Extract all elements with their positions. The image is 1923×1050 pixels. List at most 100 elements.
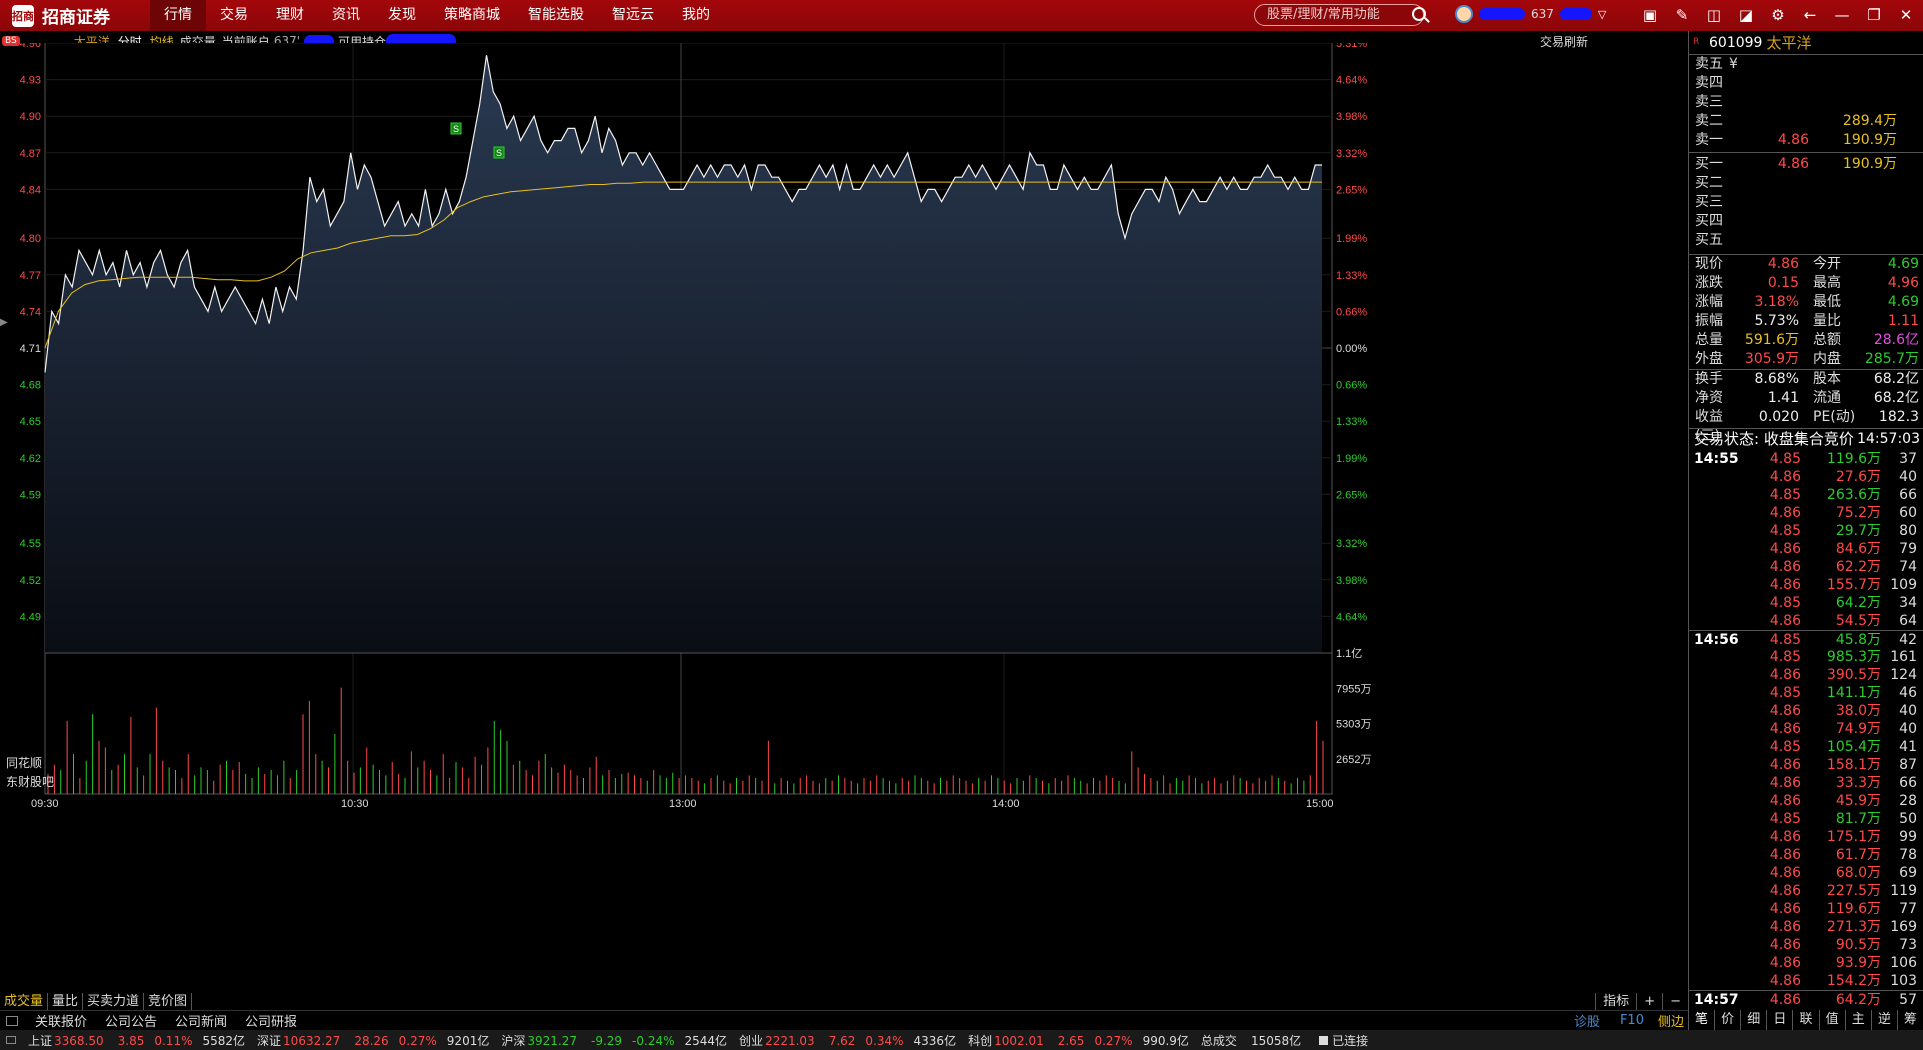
intraday-chart[interactable]: 4.96 5.31% 4.93 4.64% 4.90 3.98% 4.87 3.32% 4.84… — [0, 43, 1688, 993]
indicator-tab[interactable]: 量比 — [48, 993, 84, 1010]
nav-item[interactable]: 我的 — [668, 0, 724, 31]
tick-list[interactable]: 14:55 4.85 119.6万 37 4.86 27.6万 40 4.85 263.6万 66… — [1689, 450, 1923, 1008]
nav-item[interactable]: 策略商城 — [430, 0, 514, 31]
indicator-control-button[interactable]: 指标 — [1595, 993, 1636, 1010]
indicator-tab[interactable]: 买卖力道 — [83, 993, 145, 1010]
sell-marker-icon[interactable]: S — [450, 122, 462, 135]
tick-time — [1689, 972, 1749, 990]
y-tick-label: 4.77 — [20, 270, 41, 282]
tick-price: 4.86 — [1769, 829, 1801, 845]
quote-stat-row: 换手 8.68% 股本 68.2亿 — [1689, 370, 1923, 389]
right-tab[interactable]: 主 — [1844, 1010, 1871, 1030]
ask-row[interactable]: 卖四 — [1689, 74, 1923, 93]
user-account[interactable]: 637 ▽ — [1455, 5, 1606, 23]
nav-item[interactable]: 理财 — [262, 0, 318, 31]
tick-row: 4.86 61.7万 78 — [1689, 846, 1923, 864]
right-tab[interactable]: 值 — [1818, 1010, 1845, 1030]
quote-stat-row: 涨幅 3.18% 最低 4.69 — [1689, 293, 1923, 312]
f10-link[interactable]: F10 — [1610, 1013, 1654, 1028]
index-quote[interactable]: 沪深 3921.27 -9.29 -0.24% 2544亿 — [495, 1032, 733, 1049]
tick-price: 4.86 — [1769, 865, 1801, 881]
quote-stat-row: 外盘 305.9万 内盘 285.7万 — [1689, 350, 1923, 369]
index-amount: 990.9亿 — [1142, 1033, 1189, 1048]
nav-item[interactable]: 行情 — [150, 0, 206, 31]
side-link[interactable]: 东财股吧 — [6, 775, 54, 789]
calendar-icon[interactable]: ▣ — [1639, 4, 1661, 26]
tick-volume: 175.1万 — [1826, 829, 1881, 845]
tick-price: 4.86 — [1769, 937, 1801, 953]
ask-row[interactable]: 卖一 4.86 190.9万 — [1689, 131, 1923, 150]
edit-icon[interactable]: ✎ — [1671, 4, 1693, 26]
tick-count: 40 — [1899, 703, 1917, 719]
ask-row[interactable]: 卖二 289.4万 — [1689, 112, 1923, 131]
nav-item[interactable]: 智能选股 — [514, 0, 598, 31]
bid-row[interactable]: 买一 4.86 190.9万 — [1689, 155, 1923, 174]
bid-row[interactable]: 买三 — [1689, 193, 1923, 212]
restore-icon[interactable]: ❐ — [1863, 4, 1885, 26]
footer-tab[interactable]: 公司新闻 — [166, 1011, 236, 1030]
index-quote[interactable]: 上证 3368.50 3.85 0.11% 5582亿 — [22, 1032, 251, 1049]
index-quote[interactable]: 深证 10632.27 28.26 0.27% 9201亿 — [251, 1032, 495, 1049]
close-icon[interactable]: ✕ — [1895, 4, 1917, 26]
ask-row[interactable]: 卖五 ¥ — [1689, 55, 1923, 74]
stat-label: 内盘 — [1813, 351, 1841, 367]
right-tab[interactable]: 笔 — [1688, 1010, 1714, 1030]
nav-item[interactable]: 资讯 — [318, 0, 374, 31]
tick-count: 103 — [1890, 973, 1917, 989]
avatar[interactable] — [1455, 5, 1473, 23]
footer-tab[interactable]: 公司研报 — [236, 1011, 306, 1030]
tick-row: 4.86 38.0万 40 — [1689, 702, 1923, 720]
tick-time — [1689, 864, 1749, 882]
sell-marker-icon[interactable]: S — [493, 146, 505, 159]
tick-volume: 105.4万 — [1826, 739, 1881, 755]
panel-toggle-icon[interactable] — [6, 1015, 18, 1026]
tick-price: 4.86 — [1769, 577, 1801, 593]
right-tab[interactable]: 日 — [1766, 1010, 1792, 1030]
minimize-icon[interactable]: — — [1831, 4, 1853, 26]
ask-row[interactable]: 卖三 — [1689, 93, 1923, 112]
chart-icon[interactable]: ◪ — [1735, 4, 1757, 26]
right-tab[interactable]: 细 — [1740, 1010, 1766, 1030]
index-value: 3368.50 — [54, 1033, 104, 1048]
box-icon[interactable]: ◫ — [1703, 4, 1725, 26]
sidebar-toggle[interactable]: 侧边 — [1654, 1011, 1688, 1030]
tick-price: 4.86 — [1769, 847, 1801, 863]
gear-icon[interactable]: ⚙ — [1767, 4, 1789, 26]
index-change: 28.26 — [354, 1033, 389, 1048]
bid-row[interactable]: 买五 — [1689, 231, 1923, 250]
index-quote[interactable]: 创业 2221.03 7.62 0.34% 4336亿 — [733, 1032, 962, 1049]
nav-item[interactable]: 智远云 — [598, 0, 668, 31]
ask-price: 4.86 — [1777, 132, 1809, 148]
index-quote[interactable]: 科创 1002.01 2.65 0.27% 990.9亿 — [962, 1032, 1195, 1049]
nav-item[interactable]: 发现 — [374, 0, 430, 31]
right-tabs: 笔价细日联值主逆筹 — [1688, 1010, 1923, 1030]
right-tab[interactable]: 筹 — [1896, 1010, 1923, 1030]
footer-tab[interactable]: 关联报价 — [26, 1011, 96, 1030]
right-tab[interactable]: 逆 — [1870, 1010, 1897, 1030]
footer-tab[interactable]: 公司公告 — [96, 1011, 166, 1030]
bid-row[interactable]: 买四 — [1689, 212, 1923, 231]
index-name: 沪深 — [501, 1033, 526, 1048]
tick-count: 73 — [1899, 937, 1917, 953]
indicator-control-button[interactable]: + — [1636, 993, 1662, 1010]
bid-row[interactable]: 买二 — [1689, 174, 1923, 193]
tick-price: 4.85 — [1769, 811, 1801, 827]
right-tab[interactable]: 价 — [1714, 1010, 1740, 1030]
indicator-tab[interactable]: 成交量 — [0, 993, 49, 1010]
search-icon[interactable] — [1412, 7, 1426, 21]
index-pct: -0.24% — [632, 1033, 675, 1048]
nav-item[interactable]: 交易 — [206, 0, 262, 31]
y-pct-tick-label: 2.65% — [1336, 184, 1367, 196]
panel-toggle-icon[interactable] — [6, 1036, 16, 1044]
indicator-tab[interactable]: 竞价图 — [144, 993, 193, 1010]
chevron-down-icon[interactable]: ▽ — [1598, 8, 1606, 21]
tick-volume: 64.2万 — [1835, 992, 1881, 1008]
tick-volume: 155.7万 — [1826, 577, 1881, 593]
right-tab[interactable]: 联 — [1792, 1010, 1818, 1030]
indicator-control-button[interactable]: − — [1662, 993, 1688, 1010]
back-icon[interactable]: ← — [1799, 4, 1821, 26]
diagnose-link[interactable]: 诊股 — [1564, 1011, 1610, 1030]
expand-arrow-icon[interactable]: ▶ — [0, 317, 8, 328]
side-link[interactable]: 同花顺 — [6, 755, 42, 770]
search-input[interactable]: 股票/理财/常用功能 — [1254, 4, 1424, 26]
